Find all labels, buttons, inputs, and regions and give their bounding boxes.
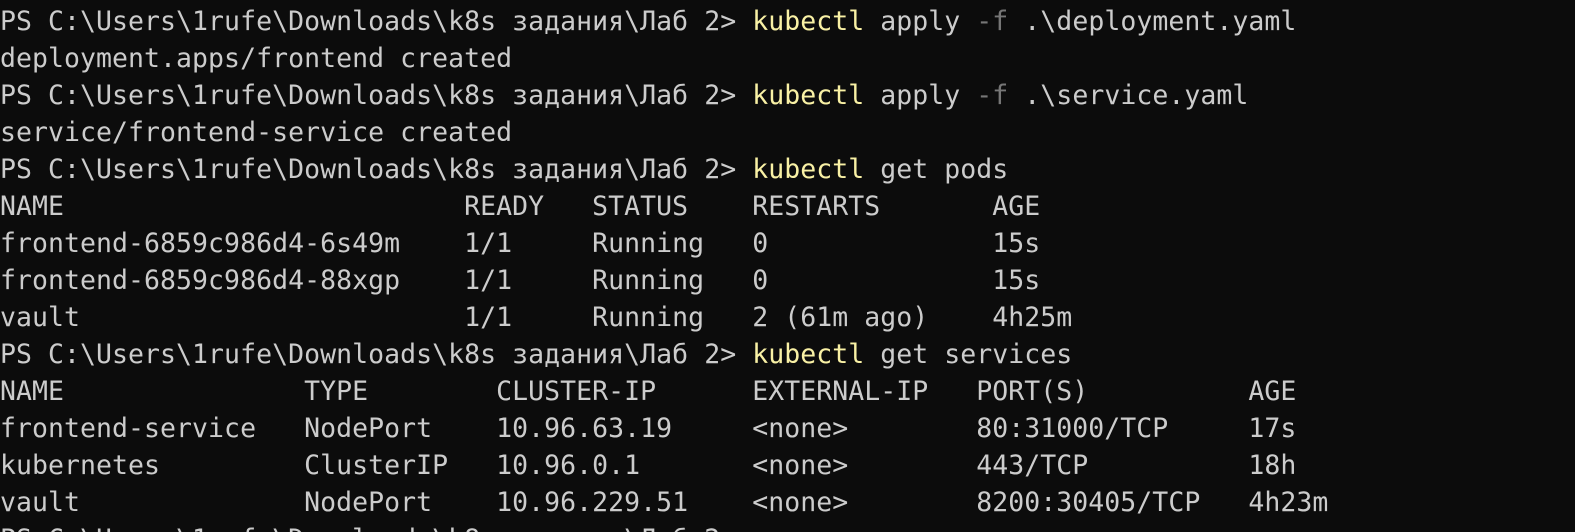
prompt-text: PS C:\Users\1rufe\Downloads\k8s задания\… xyxy=(0,339,753,370)
command-name: kubectl xyxy=(752,339,865,370)
command-args: .\service.yaml xyxy=(1008,80,1249,111)
command-line: PS C:\Users\1rufe\Downloads\k8s задания\… xyxy=(0,3,1296,40)
output-line: deployment.apps/frontend created xyxy=(0,43,513,74)
command-args: .\deployment.yaml xyxy=(1008,6,1297,37)
output-line: vault NodePort 10.96.229.51 <none> 8200:… xyxy=(0,487,1329,518)
output-line: frontend-6859c986d4-88xgp 1/1 Running 0 … xyxy=(0,265,1041,296)
prompt-text: PS C:\Users\1rufe\Downloads\k8s задания\… xyxy=(0,154,753,185)
prompt-text: PS C:\Users\1rufe\Downloads\k8s задания\… xyxy=(0,80,753,111)
output-line: NAME TYPE CLUSTER-IP EXTERNAL-IP PORT(S)… xyxy=(0,376,1297,407)
command-flag: -f xyxy=(976,6,1009,37)
command-name: kubectl xyxy=(752,154,865,185)
command-name: kubectl xyxy=(752,6,865,37)
output-line: NAME READY STATUS RESTARTS AGE xyxy=(0,191,1041,222)
terminal-window[interactable]: PS C:\Users\1rufe\Downloads\k8s задания\… xyxy=(0,0,1575,532)
prompt-text: PS C:\Users\1rufe\Downloads\k8s задания\… xyxy=(0,6,753,37)
command-name: kubectl xyxy=(752,80,865,111)
output-line: frontend-6859c986d4-6s49m 1/1 Running 0 … xyxy=(0,228,1041,259)
command-args: apply xyxy=(864,6,977,37)
command-args: get pods xyxy=(864,154,1009,185)
command-line: PS C:\Users\1rufe\Downloads\k8s задания\… xyxy=(0,336,1072,373)
current-prompt: PS C:\Users\1rufe\Downloads\k8s задания\… xyxy=(0,521,736,532)
command-args: get services xyxy=(864,339,1073,370)
command-line: PS C:\Users\1rufe\Downloads\k8s задания\… xyxy=(0,151,1008,188)
output-line: service/frontend-service created xyxy=(0,117,513,148)
command-line: PS C:\Users\1rufe\Downloads\k8s задания\… xyxy=(0,77,1248,114)
command-flag: -f xyxy=(976,80,1009,111)
output-line: vault 1/1 Running 2 (61m ago) 4h25m xyxy=(0,302,1073,333)
output-line: frontend-service NodePort 10.96.63.19 <n… xyxy=(0,413,1297,444)
output-line: kubernetes ClusterIP 10.96.0.1 <none> 44… xyxy=(0,450,1297,481)
command-args: apply xyxy=(864,80,977,111)
